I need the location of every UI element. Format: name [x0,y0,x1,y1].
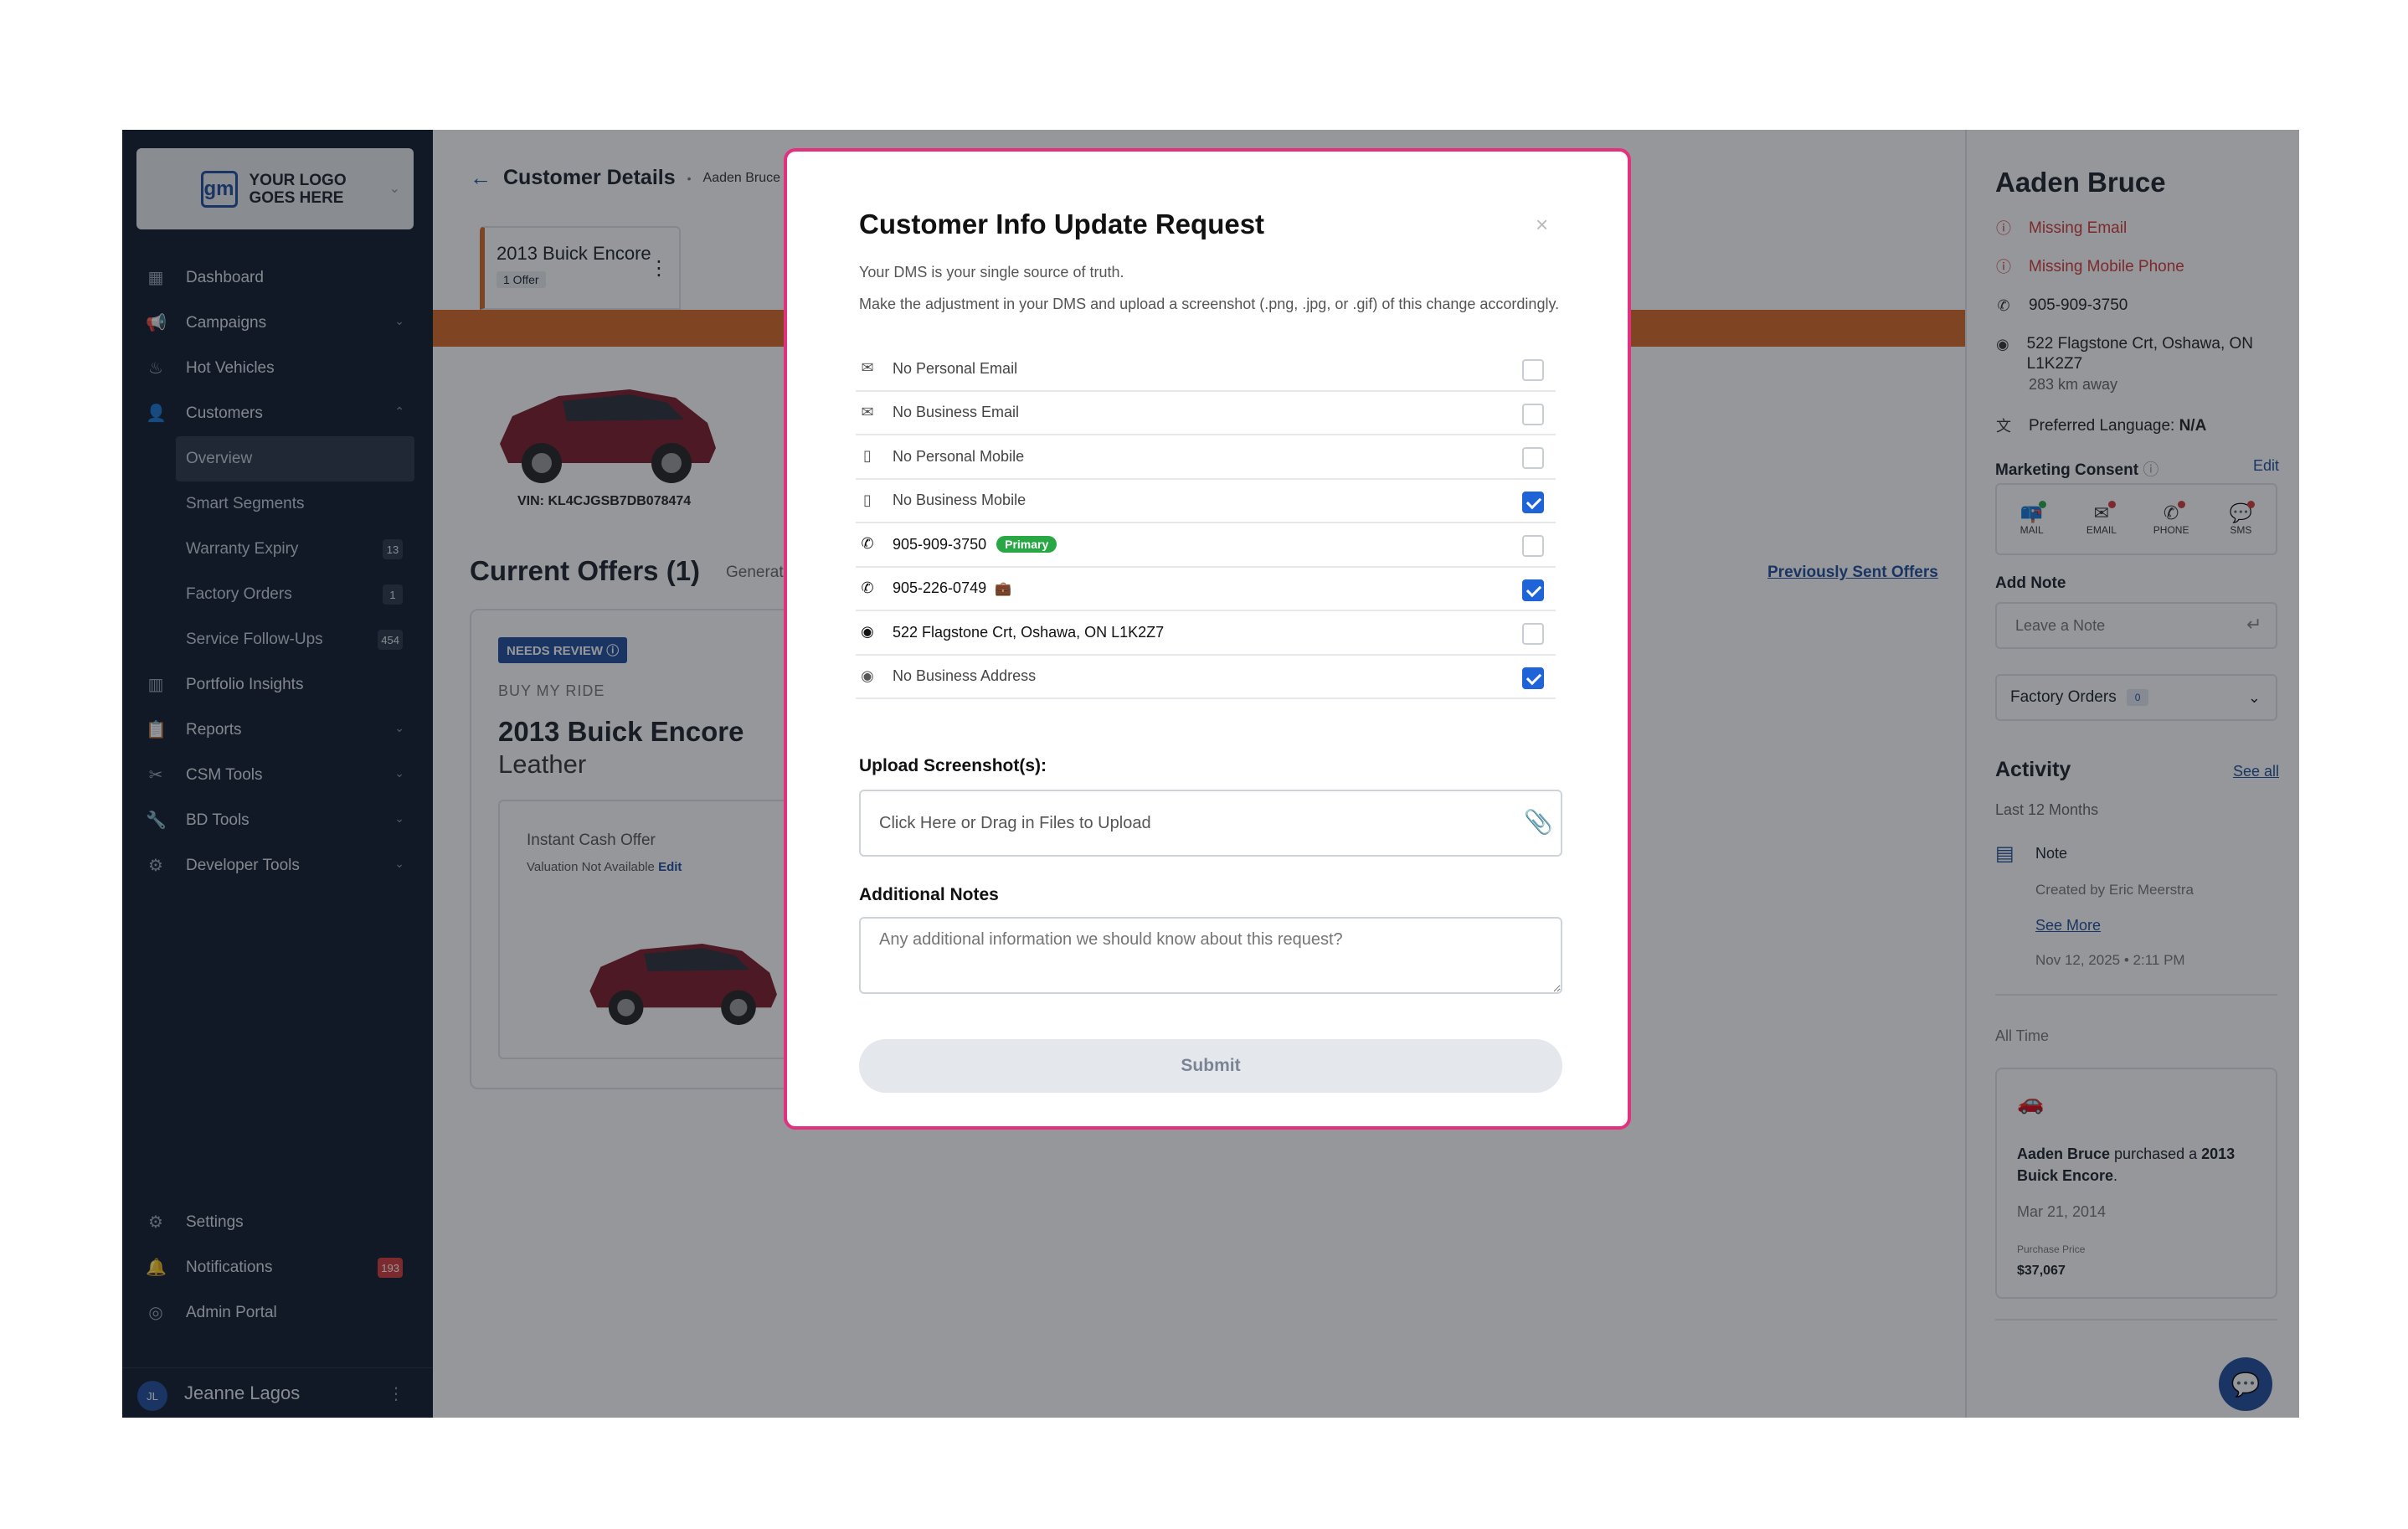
phone-icon: ✆ [861,579,874,596]
mobile-icon: ▯ [863,491,872,508]
contact-row-label: No Business Address [893,667,1037,685]
location-icon: ◉ [861,623,874,640]
submit-button[interactable]: Submit [859,1039,1562,1093]
customer-info-update-modal: Customer Info Update Request × Your DMS … [790,155,1624,1123]
notes-label: Additional Notes [859,885,999,904]
contact-info-list: ✉ No Personal Email ✉ No Business Email ▯ No … [856,348,1556,699]
contact-row: ▯ No Personal Mobile [856,435,1556,480]
contact-row-label: No Business Email [893,404,1020,421]
additional-notes-textarea[interactable] [859,917,1562,994]
contact-row: ✉ No Business Email [856,392,1556,435]
contact-row-label: 905-226-0749 [893,579,987,597]
upload-dropzone[interactable]: Click Here or Drag in Files to Upload 📎 [859,790,1562,857]
primary-badge: Primary [996,536,1057,553]
mail-icon: ✉ [861,359,874,376]
upload-label: Upload Screenshot(s): [859,756,1047,775]
phone-icon: ✆ [861,535,874,552]
paperclip-icon[interactable]: 📎 [1524,808,1553,836]
contact-row-label: No Personal Email [893,359,1018,377]
row-checkbox[interactable] [1522,667,1544,689]
modal-title: Customer Info Update Request [859,208,1265,239]
contact-row-label: 522 Flagstone Crt, Oshawa, ON L1K2Z7 [893,623,1165,641]
contact-row: ◉ 522 Flagstone Crt, Oshawa, ON L1K2Z7 [856,611,1556,656]
upload-placeholder: Click Here or Drag in Files to Upload [879,813,1151,832]
contact-row-label: No Business Mobile [893,492,1026,509]
contact-row: ✆ 905-226-0749 💼 [856,568,1556,611]
row-checkbox[interactable] [1522,447,1544,469]
row-checkbox[interactable] [1522,623,1544,645]
contact-row: ▯ No Business Mobile [856,480,1556,523]
close-icon[interactable]: × [1536,212,1548,238]
row-checkbox[interactable] [1522,359,1544,381]
contact-row: ✆ 905-909-3750 Primary [856,523,1556,568]
row-checkbox[interactable] [1522,403,1544,425]
mail-icon: ✉ [861,403,874,420]
row-checkbox[interactable] [1522,535,1544,557]
app-window: gm YOUR LOGO GOES HERE ⌄ ▦ Dashboard 📢 Camp… [122,130,2299,1418]
row-checkbox[interactable] [1522,579,1544,601]
location-icon: ◉ [861,667,874,684]
contact-row-label: No Personal Mobile [893,447,1025,465]
mobile-icon: ▯ [863,447,872,464]
contact-row: ◉ No Business Address [856,656,1556,699]
contact-row-label: 905-909-3750 [893,535,987,553]
modal-instructions: Make the adjustment in your DMS and uplo… [859,296,1560,312]
contact-row: ✉ No Personal Email [856,348,1556,392]
row-checkbox[interactable] [1522,491,1544,513]
briefcase-icon: 💼 [995,581,1012,596]
modal-description: Your DMS is your single source of truth. [859,264,1124,281]
